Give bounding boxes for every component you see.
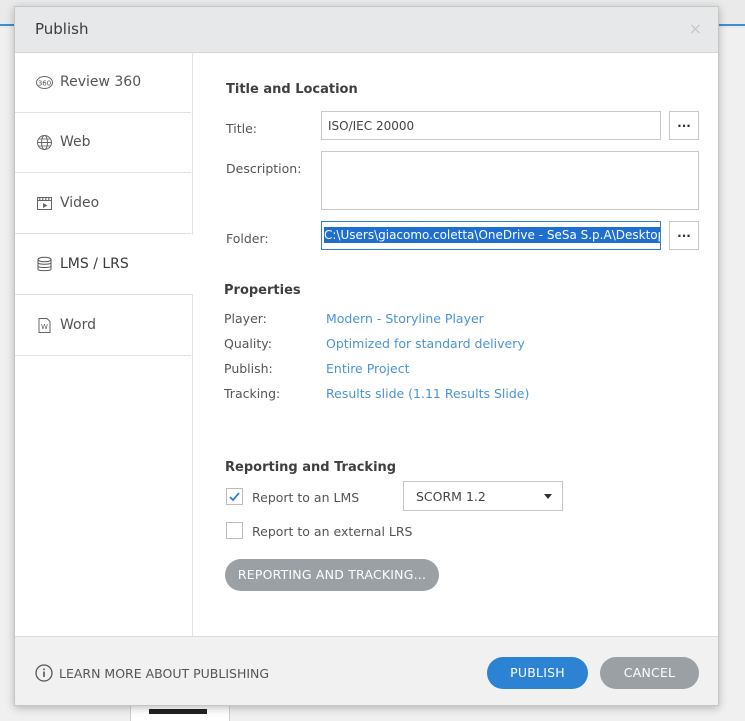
reporting-heading: Reporting and Tracking bbox=[225, 460, 397, 475]
sidebar-item-label: Video bbox=[60, 195, 100, 211]
folder-label: Folder: bbox=[226, 231, 269, 246]
report-lms-checkbox[interactable] bbox=[226, 488, 243, 505]
sidebar-item-label: Review 360 bbox=[60, 74, 142, 90]
database-icon bbox=[37, 256, 52, 272]
checkmark-icon bbox=[229, 492, 240, 502]
reporting-tracking-button[interactable]: REPORTING AND TRACKING... bbox=[225, 559, 439, 591]
sidebar-item-review-360[interactable]: 360 Review 360 bbox=[15, 53, 191, 113]
publish-button[interactable]: PUBLISH bbox=[487, 657, 588, 689]
player-link[interactable]: Modern - Storyline Player bbox=[326, 311, 484, 326]
film-icon bbox=[37, 197, 52, 210]
report-lms-label: Report to an LMS bbox=[252, 490, 360, 505]
cancel-button[interactable]: CANCEL bbox=[600, 657, 699, 689]
report-lrs-label: Report to an external LRS bbox=[252, 524, 413, 539]
publish-scope-link[interactable]: Entire Project bbox=[326, 361, 410, 376]
title-location-heading: Title and Location bbox=[226, 82, 358, 97]
title-label: Title: bbox=[226, 121, 257, 136]
report-lrs-checkbox[interactable] bbox=[226, 522, 243, 539]
thumbnail-bar bbox=[149, 709, 207, 714]
quality-label: Quality: bbox=[224, 336, 272, 351]
folder-input[interactable]: C:\Users\giacomo.coletta\OneDrive - SeSa… bbox=[321, 221, 661, 250]
svg-text:W: W bbox=[41, 323, 48, 331]
publish-main-panel: Title and Location Title: ISO/IEC 20000 … bbox=[193, 53, 718, 636]
sidebar-item-lms-lrs[interactable]: LMS / LRS bbox=[15, 235, 193, 295]
folder-path-selected-text: C:\Users\giacomo.coletta\OneDrive - SeSa… bbox=[324, 227, 660, 243]
description-textarea[interactable] bbox=[321, 151, 699, 210]
folder-browse-button[interactable]: ... bbox=[669, 221, 699, 250]
tracking-label: Tracking: bbox=[224, 386, 281, 401]
sidebar-item-video[interactable]: Video bbox=[15, 174, 191, 234]
sidebar-item-label: Word bbox=[60, 317, 96, 333]
dialog-title: Publish bbox=[35, 20, 89, 38]
sidebar-item-label: Web bbox=[60, 134, 91, 150]
properties-heading: Properties bbox=[224, 283, 301, 298]
dialog-footer: LEARN MORE ABOUT PUBLISHING PUBLISH CANC… bbox=[15, 636, 718, 705]
svg-text:360: 360 bbox=[38, 80, 51, 88]
title-input[interactable]: ISO/IEC 20000 bbox=[321, 111, 661, 140]
lms-standard-select[interactable]: SCORM 1.2 bbox=[403, 481, 563, 511]
close-icon[interactable]: × bbox=[689, 19, 702, 38]
sidebar-item-web[interactable]: Web bbox=[15, 113, 191, 173]
globe-icon bbox=[37, 135, 52, 150]
publish-sidebar: 360 Review 360 Web Video LMS / LRS W Wor… bbox=[15, 53, 193, 636]
publish-scope-label: Publish: bbox=[224, 361, 273, 376]
info-icon[interactable] bbox=[35, 664, 53, 682]
player-label: Player: bbox=[224, 311, 267, 326]
chevron-down-icon bbox=[544, 494, 552, 499]
word-document-icon: W bbox=[38, 318, 51, 333]
sidebar-item-label: LMS / LRS bbox=[60, 256, 129, 272]
tracking-link[interactable]: Results slide (1.11 Results Slide) bbox=[326, 386, 529, 401]
dialog-titlebar: Publish × bbox=[15, 7, 718, 53]
lms-standard-value: SCORM 1.2 bbox=[416, 489, 486, 504]
review-360-icon: 360 bbox=[36, 76, 53, 89]
publish-dialog: Publish × 360 Review 360 Web Video LMS /… bbox=[14, 6, 719, 706]
sidebar-item-word[interactable]: W Word bbox=[15, 296, 191, 356]
quality-link[interactable]: Optimized for standard delivery bbox=[326, 336, 525, 351]
description-label: Description: bbox=[226, 161, 302, 176]
learn-more-link[interactable]: LEARN MORE ABOUT PUBLISHING bbox=[59, 666, 269, 681]
title-options-button[interactable]: ... bbox=[669, 111, 699, 140]
